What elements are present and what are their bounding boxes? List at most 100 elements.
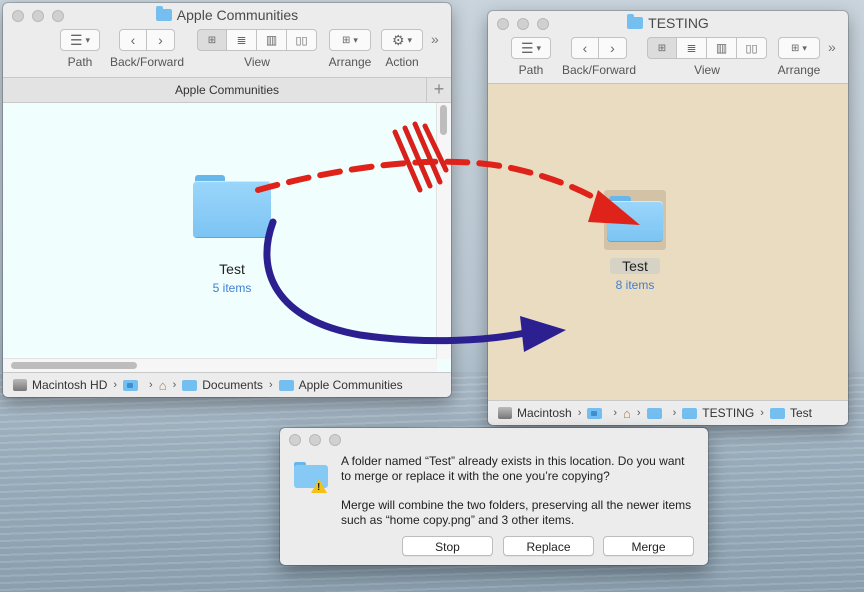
- close-button: [289, 434, 301, 446]
- forward-button[interactable]: ›: [599, 37, 627, 59]
- arrange-label: Arrange: [328, 55, 372, 69]
- zoom-button[interactable]: [537, 18, 549, 30]
- vertical-scroll-thumb[interactable]: [440, 105, 447, 135]
- arrange-group: ⊞ ▾ Arrange: [328, 29, 372, 69]
- folder-icon[interactable]: [607, 196, 663, 242]
- arrange-button[interactable]: ⊞ ▾: [778, 37, 820, 59]
- view-group: ⊞ ≣ ▥ ▯▯ View: [197, 29, 317, 69]
- list-icon: ☰: [69, 31, 83, 48]
- path-item-documents[interactable]: Documents: [182, 378, 263, 392]
- path-separator: ›: [613, 407, 618, 419]
- action-button[interactable]: ⚙ ▾: [381, 29, 423, 51]
- dialog-message: A folder named “Test” already exists in …: [341, 454, 685, 483]
- view-group: ⊞ ≣ ▥ ▯▯ View: [647, 37, 767, 77]
- backforward-group: ‹ › Back/Forward: [107, 29, 187, 69]
- titlebar-left: Apple Communities: [3, 3, 451, 27]
- path-button[interactable]: ☰ ▾: [511, 37, 551, 59]
- column-view-button[interactable]: ▥: [257, 29, 287, 51]
- path-separator: ›: [149, 379, 153, 391]
- list-view-icon: ≣: [236, 33, 247, 47]
- path-separator: ›: [113, 379, 118, 391]
- arrange-button[interactable]: ⊞ ▾: [329, 29, 371, 51]
- path-item-macintosh[interactable]: Macintosh: [498, 406, 572, 420]
- home-icon: ⌂: [623, 405, 631, 421]
- path-separator: ›: [636, 407, 641, 419]
- folder-icon: !: [294, 462, 328, 493]
- minimize-button[interactable]: [32, 10, 44, 22]
- cover-flow-button[interactable]: ▯▯: [287, 29, 317, 51]
- folder-name[interactable]: Test: [610, 258, 660, 274]
- chevron-down-icon: ▾: [536, 42, 542, 53]
- path-item-macintosh-hd[interactable]: Macintosh HD: [13, 378, 107, 392]
- content-right: Test 8 items: [488, 83, 848, 402]
- list-icon: ☰: [520, 39, 534, 56]
- path-item-folder[interactable]: [646, 407, 667, 419]
- hard-drive-icon: [498, 407, 512, 419]
- chevron-right-icon: ›: [158, 32, 163, 48]
- path-item-apple-communities[interactable]: Apple Communities: [278, 378, 403, 392]
- path-label: Path: [518, 63, 544, 77]
- merge-button[interactable]: Merge: [603, 536, 694, 556]
- path-item-home[interactable]: ⌂: [159, 378, 167, 393]
- arrange-label: Arrange: [777, 63, 821, 77]
- path-item-home[interactable]: ⌂: [623, 406, 631, 421]
- toolbar-right: ☰ ▾ Path ‹ › Back/Forward ⊞ ≣ ▥ ▯▯ View ⊞…: [488, 35, 848, 83]
- folder-icon: [587, 407, 603, 419]
- window-controls: [12, 10, 64, 22]
- zoom-button: [329, 434, 341, 446]
- path-separator: ›: [672, 407, 677, 419]
- cover-flow-button[interactable]: ▯▯: [737, 37, 767, 59]
- view-label: View: [694, 63, 720, 77]
- folder-icon: [123, 379, 139, 391]
- horizontal-scrollbar[interactable]: [3, 358, 437, 373]
- chevron-right-icon: ›: [610, 40, 615, 56]
- back-button[interactable]: ‹: [571, 37, 599, 59]
- vertical-scrollbar[interactable]: [436, 103, 451, 359]
- list-view-button[interactable]: ≣: [227, 29, 257, 51]
- icon-view-button[interactable]: ⊞: [647, 37, 677, 59]
- folder-icon[interactable]: [193, 175, 271, 237]
- path-item-test[interactable]: Test: [769, 406, 812, 420]
- new-tab-button[interactable]: +: [426, 78, 451, 102]
- path-item-testing[interactable]: TESTING: [682, 406, 754, 420]
- close-button[interactable]: [497, 18, 509, 30]
- window-title: Apple Communities: [176, 7, 299, 23]
- gear-icon: ⚙: [391, 31, 405, 48]
- back-button[interactable]: ‹: [119, 29, 147, 51]
- chevron-left-icon: ‹: [130, 32, 136, 48]
- replace-button[interactable]: Replace: [503, 536, 594, 556]
- zoom-button[interactable]: [52, 10, 64, 22]
- stop-button[interactable]: Stop: [402, 536, 493, 556]
- action-group: ⚙ ▾ Action: [380, 29, 424, 69]
- path-separator: ›: [577, 407, 582, 419]
- tab-apple-communities[interactable]: Apple Communities: [175, 83, 279, 97]
- path-item-users[interactable]: [123, 379, 143, 391]
- chevron-down-icon: ▾: [802, 42, 807, 53]
- chevron-down-icon: ▾: [85, 34, 91, 45]
- path-item-users[interactable]: [587, 407, 607, 419]
- folder-item-count: 8 items: [615, 278, 655, 292]
- chevron-down-icon: ▾: [353, 34, 358, 45]
- more-icon[interactable]: »: [431, 31, 439, 47]
- folder-icon: [769, 407, 785, 419]
- column-view-button[interactable]: ▥: [707, 37, 737, 59]
- finder-window-right: TESTING ☰ ▾ Path ‹ › Back/Forward ⊞ ≣ ▥ ▯…: [488, 11, 848, 425]
- content-left: Test 5 items: [3, 103, 451, 373]
- list-view-icon: ≣: [686, 41, 697, 55]
- merge-dialog: ! A folder named “Test” already exists i…: [280, 428, 708, 565]
- list-view-button[interactable]: ≣: [677, 37, 707, 59]
- icon-view-button[interactable]: ⊞: [197, 29, 227, 51]
- folder-name[interactable]: Test: [193, 261, 271, 277]
- action-label: Action: [385, 55, 419, 69]
- close-button[interactable]: [12, 10, 24, 22]
- folder-icon: [155, 6, 172, 21]
- path-button[interactable]: ☰ ▾: [60, 29, 100, 51]
- more-icon[interactable]: »: [828, 39, 836, 55]
- folder-icon: [182, 379, 198, 391]
- forward-button[interactable]: ›: [147, 29, 175, 51]
- icon-view-icon: ⊞: [657, 42, 667, 54]
- finder-window-left: Apple Communities ☰ ▾ Path ‹ › Back/Forwa…: [3, 3, 451, 397]
- dialog-window-controls: [289, 434, 341, 446]
- horizontal-scroll-thumb[interactable]: [11, 362, 137, 369]
- minimize-button[interactable]: [517, 18, 529, 30]
